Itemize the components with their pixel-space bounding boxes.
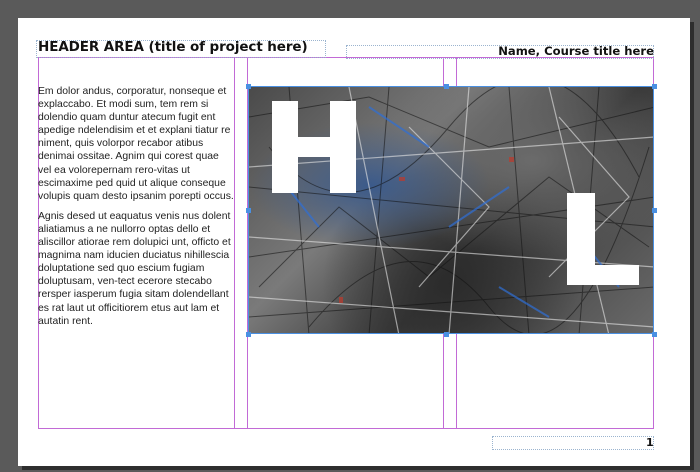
page-number-frame[interactable] <box>492 436 654 450</box>
document-page[interactable]: HEADER AREA (title of project here) Name… <box>18 18 690 466</box>
resize-handle-ml[interactable] <box>246 208 251 213</box>
resize-handle-tl[interactable] <box>246 84 251 89</box>
resize-handle-br[interactable] <box>652 332 657 337</box>
column-guide-1 <box>234 57 235 429</box>
resize-handle-mr[interactable] <box>652 208 657 213</box>
resize-handle-tr[interactable] <box>652 84 657 89</box>
body-paragraph-1: Em dolor andus, corporatur, nonseque et … <box>38 86 234 202</box>
name-course-title[interactable]: Name, Course title here <box>498 44 654 58</box>
header-title[interactable]: HEADER AREA (title of project here) <box>38 39 308 55</box>
letter-h-notch <box>296 101 332 134</box>
resize-handle-bm[interactable] <box>444 332 449 337</box>
resize-handle-bl[interactable] <box>246 332 251 337</box>
letter-l-foot <box>567 265 639 285</box>
resize-handle-tm[interactable] <box>444 84 449 89</box>
placed-image-frame[interactable]: H L <box>248 86 654 334</box>
body-paragraph-2: Agnis desed ut eaquatus venis nus dolent… <box>38 210 231 327</box>
pasteboard <box>0 0 700 18</box>
letter-l: L <box>567 193 639 285</box>
body-text-frame[interactable]: Em dolor andus, corporatur, nonseque et … <box>38 85 234 335</box>
page-number: 1 <box>646 436 654 449</box>
letter-h-crossbar <box>272 137 356 157</box>
